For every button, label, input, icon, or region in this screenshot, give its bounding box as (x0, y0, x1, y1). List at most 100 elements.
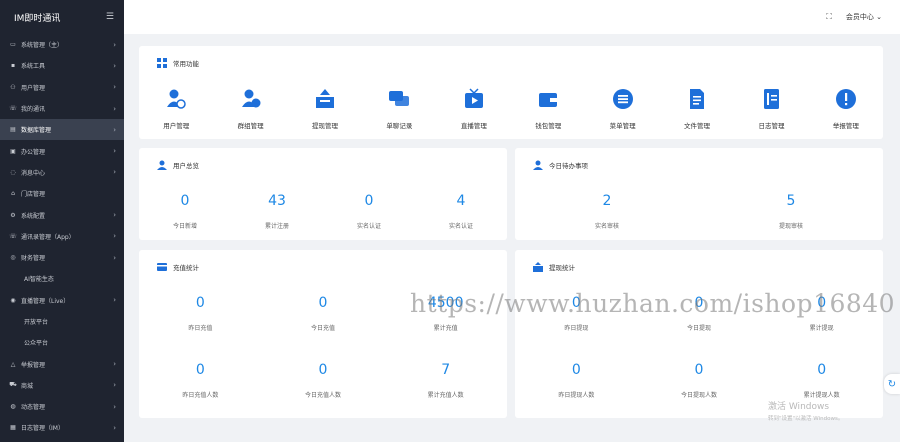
chevron-right-icon: › (113, 61, 116, 70)
stat-value: 0 (817, 295, 827, 311)
sidebar-item[interactable]: ☏ 我的通讯 › (0, 98, 124, 119)
user-stats-row: 0 今日新增 43 累计注册 0 实名认证 4 实名认证 (139, 193, 507, 230)
stat-value: 0 (180, 193, 190, 209)
stat-value: 2 (602, 193, 612, 209)
stat-label: 昨日提现人数 (558, 392, 595, 399)
sidebar-item[interactable]: ⚙ 系统配置 › (0, 204, 124, 225)
function-shortcut[interactable]: 群组管理 (213, 88, 287, 130)
stat-item: 0 昨日提现人数 (515, 362, 638, 399)
sidebar-item[interactable]: ▪ 系统工具 › (0, 55, 124, 76)
monitor-icon: ▭ (10, 41, 16, 49)
stat-item: 2 实名审核 (515, 193, 699, 230)
floating-help-button[interactable]: ↻ (884, 374, 900, 394)
function-label: 文件管理 (684, 122, 711, 130)
function-shortcut[interactable]: 用户管理 (139, 88, 213, 130)
sidebar-item[interactable]: 开放平台 (0, 311, 124, 332)
sidebar-item[interactable]: AI智能生态 (0, 268, 124, 289)
stat-value: 0 (817, 362, 827, 378)
stat-value: 0 (571, 362, 581, 378)
member-center-dropdown[interactable]: 会员中心 ⌄ (846, 12, 882, 22)
sidebar-item[interactable]: ▦ 日志管理（IM） › (0, 417, 124, 438)
sidebar-item[interactable]: ⌂ 门店管理 (0, 183, 124, 204)
activity-icon: ◍ (10, 403, 16, 411)
sidebar-item[interactable]: ▭ 系统管理（主） › (0, 34, 124, 55)
report-manage-icon (835, 88, 857, 110)
stat-value: 0 (694, 362, 704, 378)
file-manage-icon (686, 88, 708, 110)
sidebar-item-label: 商城 (21, 382, 34, 390)
stat-label: 累计提现人数 (803, 392, 840, 399)
function-shortcut[interactable]: 钱包管理 (511, 88, 585, 130)
chevron-right-icon: › (113, 125, 116, 134)
chevron-right-icon: › (113, 104, 116, 113)
sidebar-item[interactable]: ◍ 动态管理 › (0, 396, 124, 417)
common-functions-title: 常用功能 (173, 60, 199, 68)
box-icon: ⌂ (11, 190, 15, 198)
function-shortcut[interactable]: 文件管理 (660, 88, 734, 130)
sidebar-item[interactable]: ◉ 直播管理（Live） › (0, 290, 124, 311)
sidebar-item[interactable]: 公众平台 (0, 332, 124, 353)
function-label: 日志管理 (758, 122, 785, 130)
function-shortcut[interactable]: 菜单管理 (585, 88, 659, 130)
sidebar-item-label: 我的通讯 (21, 106, 46, 114)
top-bar: ⛶ 会员中心 ⌄ (124, 0, 900, 34)
stat-label: 累计充值人数 (427, 392, 464, 399)
sidebar-item-label: 消息中心 (21, 169, 46, 177)
user-icon (533, 160, 543, 170)
card-title: 充值统计 (157, 262, 199, 272)
sidebar-item-label: 直播管理（Live） (21, 297, 70, 305)
sidebar-item[interactable]: ▣ 办公管理 › (0, 140, 124, 161)
function-shortcut[interactable]: 直播管理 (437, 88, 511, 130)
sidebar-item[interactable]: △ 举报管理 › (0, 353, 124, 374)
stat-value: 0 (195, 362, 205, 378)
stat-value: 5 (786, 193, 796, 209)
function-label: 菜单管理 (609, 122, 636, 130)
stat-value: 0 (364, 193, 374, 209)
stat-label: 实名认证 (448, 223, 473, 230)
function-shortcut[interactable]: 提现管理 (288, 88, 362, 130)
function-shortcut[interactable]: 日志管理 (734, 88, 808, 130)
stat-item: 0 实名认证 (323, 193, 415, 230)
stat-item: 5 提现审核 (699, 193, 883, 230)
chevron-right-icon: › (113, 253, 116, 262)
chevron-right-icon: › (113, 360, 116, 369)
sidebar-item[interactable]: ⚇ 用户管理 › (0, 77, 124, 98)
sidebar-item-label: 用户管理 (21, 84, 46, 92)
collapse-menu-icon[interactable]: ☰ (106, 12, 114, 22)
card-payment-icon (157, 262, 167, 272)
chevron-right-icon: › (113, 296, 116, 305)
stat-item: 0 累计提现人数 (760, 362, 883, 399)
sidebar-item[interactable]: ☏ 通讯录管理（App） › (0, 226, 124, 247)
withdraw-icon (314, 88, 336, 110)
activation-title: 激活 Windows (768, 402, 830, 412)
stat-label: 实名审核 (594, 223, 619, 230)
sidebar-item-label: 门店管理 (21, 191, 46, 199)
function-label: 提现管理 (312, 122, 339, 130)
sidebar-item[interactable]: ◌ 消息中心 › (0, 162, 124, 183)
stat-item: 0 累计提现 (760, 295, 883, 332)
chevron-right-icon: › (113, 83, 116, 92)
stat-label: 昨日充值人数 (182, 392, 219, 399)
function-shortcut[interactable]: 举报管理 (809, 88, 883, 130)
sidebar-item-label: 财务管理 (21, 255, 46, 263)
sidebar-item[interactable]: ◎ 财务管理 › (0, 247, 124, 268)
stat-item: 0 今日提现 (638, 295, 761, 332)
user-manage-icon (165, 88, 187, 110)
sidebar-item-label: 系统管理（主） (21, 42, 64, 50)
windows-activation-notice: 激活 Windows 转到"设置"以激活 Windows。 (768, 399, 843, 422)
stat-value: 0 (318, 362, 328, 378)
users-icon: ⚇ (10, 83, 16, 91)
chevron-right-icon: › (113, 423, 116, 432)
chevron-right-icon: › (113, 40, 116, 49)
gear-icon: ⚙ (10, 211, 16, 219)
fullscreen-icon[interactable]: ⛶ (826, 12, 832, 22)
function-shortcut[interactable]: 单聊记录 (362, 88, 436, 130)
stat-item: 0 今日充值 (262, 295, 385, 332)
recharge-stats-row: 0 昨日充值 0 今日充值 4500 累计充值 (139, 295, 507, 332)
function-label: 举报管理 (832, 122, 859, 130)
sidebar-item[interactable]: ⛟ 商城 › (0, 375, 124, 396)
todo-card: 今日待办事项 2 实名审核 5 提现审核 (515, 148, 883, 240)
sidebar-item-label: 办公管理 (21, 148, 46, 156)
sidebar-item[interactable]: ▤ 数据库管理 › (0, 119, 124, 141)
sidebar-item-label: 开放平台 (24, 319, 49, 326)
